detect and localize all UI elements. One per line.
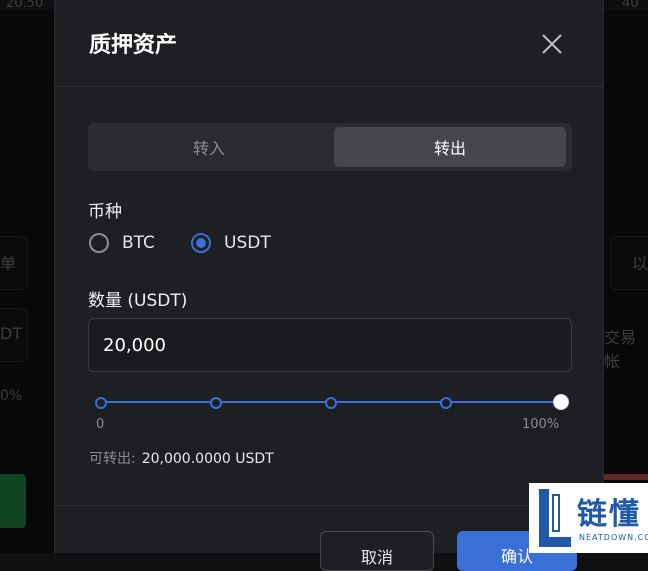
watermark-en-text: NEATDOWN.COM [579,533,648,542]
radio-usdt[interactable]: USDT [191,229,271,257]
radio-checked-icon [191,233,211,253]
amount-input-value: 20,000 [103,334,166,356]
amount-label: 数量 (USDT) [88,291,188,311]
slider-min-label: 0 [96,417,105,432]
tab-transfer-out[interactable]: 转出 [334,127,566,167]
slider-max-label: 100% [522,417,560,432]
watermark-cn-text: 链懂 [577,497,641,532]
available-value: 20,000.0000 USDT [141,451,274,467]
tab-transfer-in[interactable]: 转入 [93,127,325,167]
watermark: 链懂 NEATDOWN.COM [529,483,648,553]
radio-btc[interactable]: BTC [89,229,155,257]
radio-btc-label: BTC [122,233,155,253]
collateral-modal: 质押资产 转入 转出 币种 BTC USDT 数量 (USDT) 20,000 … [54,0,604,571]
radio-unchecked-icon [89,233,109,253]
close-icon[interactable] [541,33,563,55]
transfer-direction-tabs: 转入 转出 [88,123,572,171]
amount-slider[interactable] [95,394,569,410]
footer-divider [55,505,603,506]
radio-usdt-label: USDT [224,233,271,253]
modal-title: 质押资产 [89,33,178,58]
slider-step-0[interactable] [95,397,107,409]
available-amount: 可转出: 20,000.0000 USDT [89,448,274,468]
slider-step-25[interactable] [210,397,222,409]
watermark-logo-icon [539,489,571,547]
cancel-button[interactable]: 取消 [320,531,434,571]
slider-step-75[interactable] [440,397,452,409]
currency-label: 币种 [88,202,122,222]
header-divider [55,86,603,87]
amount-input[interactable]: 20,000 [88,318,572,372]
available-label: 可转出: [89,451,136,467]
slider-step-50[interactable] [325,397,337,409]
slider-handle[interactable] [553,394,569,410]
